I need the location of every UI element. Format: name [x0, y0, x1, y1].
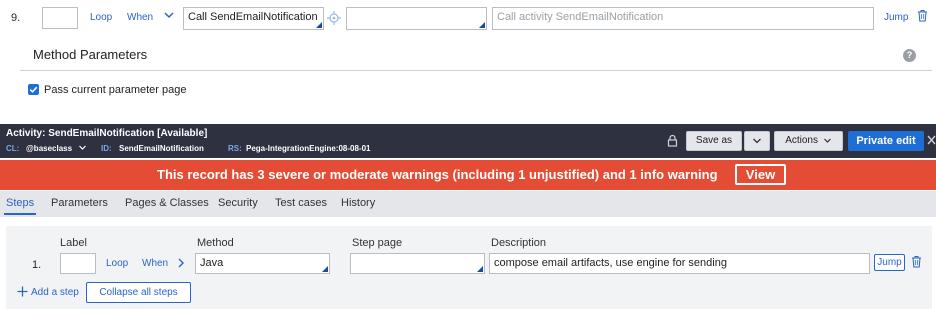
- chevron-right-icon[interactable]: [176, 257, 186, 272]
- trash-icon[interactable]: [917, 9, 928, 25]
- step-row-method-value: Java: [200, 257, 224, 269]
- add-step-link[interactable]: Add a step: [31, 287, 79, 298]
- rule-header: Activity: SendEmailNotification [Availab…: [0, 124, 936, 158]
- autocomplete-corner-icon: [322, 266, 328, 272]
- view-warnings-button[interactable]: View: [735, 164, 786, 185]
- rs-label: RS:: [228, 144, 242, 153]
- crosshair-icon[interactable]: [327, 11, 341, 28]
- step-page-field[interactable]: [346, 7, 487, 30]
- collapse-all-steps-button[interactable]: Collapse all steps: [86, 282, 191, 303]
- loop-link[interactable]: Loop: [90, 12, 112, 23]
- method-value: Call SendEmailNotification: [188, 11, 318, 23]
- when-link[interactable]: When: [127, 12, 153, 23]
- step-page-column-header: Step page: [352, 237, 403, 249]
- actions-button[interactable]: Actions: [774, 131, 843, 151]
- id-value: SendEmailNotification: [119, 144, 204, 153]
- active-tab-indicator: [4, 213, 36, 215]
- cl-label: CL:: [6, 144, 20, 153]
- actions-label: Actions: [785, 135, 818, 146]
- step-row-number: 1.: [32, 259, 42, 271]
- trash-icon[interactable]: [911, 255, 922, 271]
- method-column-header: Method: [197, 237, 234, 249]
- step-number: 9.: [11, 12, 21, 24]
- step-row-method-field[interactable]: Java: [195, 253, 330, 274]
- tab-history[interactable]: History: [341, 197, 375, 209]
- save-as-button[interactable]: Save as: [686, 131, 742, 151]
- cl-value[interactable]: @baseclass: [26, 144, 72, 153]
- step-row-step-page-field[interactable]: [350, 253, 485, 274]
- pass-page-checkbox[interactable]: [28, 84, 39, 95]
- help-icon[interactable]: ?: [903, 49, 916, 62]
- close-icon[interactable]: [927, 135, 936, 148]
- private-edit-button[interactable]: Private edit: [848, 131, 924, 151]
- pass-page-label: Pass current parameter page: [44, 84, 187, 96]
- autocomplete-corner-icon: [316, 22, 322, 28]
- step-row-when-link[interactable]: When: [142, 258, 168, 269]
- rs-value: Pega-IntegrationEngine:08-08-01: [246, 144, 371, 153]
- jump-link[interactable]: Jump: [884, 12, 908, 23]
- tab-steps[interactable]: Steps: [6, 197, 34, 209]
- autocomplete-corner-icon: [479, 22, 485, 28]
- warning-text: This record has 3 severe or moderate war…: [157, 167, 718, 182]
- method-field[interactable]: Call SendEmailNotification: [183, 7, 324, 30]
- step-row-loop-link[interactable]: Loop: [106, 258, 128, 269]
- chevron-down-icon[interactable]: [163, 9, 175, 24]
- label-column-header: Label: [60, 237, 87, 249]
- tab-security[interactable]: Security: [218, 197, 258, 209]
- step-label-input[interactable]: [42, 7, 78, 29]
- description-placeholder: Call activity SendEmailNotification: [497, 11, 664, 23]
- rule-title: Activity: SendEmailNotification [Availab…: [6, 128, 208, 139]
- warning-banner: This record has 3 severe or moderate war…: [0, 160, 936, 190]
- save-as-menu-button[interactable]: [744, 131, 770, 151]
- add-step-plus-icon[interactable]: [17, 286, 28, 300]
- description-column-header: Description: [491, 237, 547, 249]
- autocomplete-corner-icon: [477, 266, 483, 272]
- tab-test-cases[interactable]: Test cases: [275, 197, 327, 209]
- method-parameters-title: Method Parameters: [33, 47, 148, 62]
- step-row-label-input[interactable]: [60, 253, 96, 274]
- step-row-description-value: compose email artifacts, use engine for …: [494, 257, 727, 269]
- id-label: ID:: [101, 144, 112, 153]
- step-row-jump-button[interactable]: Jump: [874, 254, 905, 271]
- tab-bar: Steps Parameters Pages & Classes Securit…: [0, 191, 936, 217]
- divider: [20, 70, 932, 71]
- chevron-down-icon[interactable]: [78, 143, 87, 155]
- step-row-description-field[interactable]: compose email artifacts, use engine for …: [489, 253, 870, 274]
- description-field[interactable]: Call activity SendEmailNotification: [492, 7, 874, 30]
- lock-icon: [667, 134, 678, 150]
- tab-parameters[interactable]: Parameters: [51, 197, 108, 209]
- tab-pages-classes[interactable]: Pages & Classes: [125, 197, 209, 209]
